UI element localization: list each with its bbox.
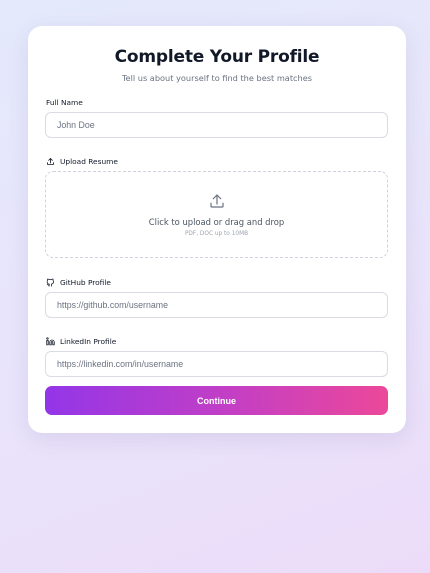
upload-icon bbox=[208, 192, 226, 210]
linkedin-label-text: LinkedIn Profile bbox=[60, 337, 117, 346]
upload-resume-label: Upload Resume bbox=[46, 157, 118, 166]
full-name-label: Full Name bbox=[46, 98, 83, 107]
linkedin-label: LinkedIn Profile bbox=[46, 337, 116, 346]
github-label-text: GitHub Profile bbox=[60, 278, 111, 287]
resume-dropzone[interactable]: Click to upload or drag and drop PDF, DO… bbox=[45, 171, 388, 258]
full-name-label-text: Full Name bbox=[46, 98, 83, 107]
page-title: Complete Your Profile bbox=[114, 47, 320, 67]
profile-card: Complete Your Profile Tell us about your… bbox=[28, 26, 406, 433]
full-name-input[interactable] bbox=[45, 112, 388, 138]
continue-button[interactable]: Continue bbox=[45, 386, 388, 415]
github-icon bbox=[46, 278, 55, 287]
page-subtitle: Tell us about yourself to find the best … bbox=[121, 73, 313, 83]
linkedin-input[interactable] bbox=[45, 351, 388, 377]
dropzone-text: Click to upload or drag and drop bbox=[148, 217, 285, 227]
dropzone-hint: PDF, DOC up to 10MB bbox=[184, 231, 249, 237]
upload-resume-label-text: Upload Resume bbox=[60, 157, 118, 166]
upload-icon bbox=[46, 157, 55, 166]
linkedin-icon bbox=[46, 337, 55, 346]
github-label: GitHub Profile bbox=[46, 278, 111, 287]
github-input[interactable] bbox=[45, 292, 388, 318]
